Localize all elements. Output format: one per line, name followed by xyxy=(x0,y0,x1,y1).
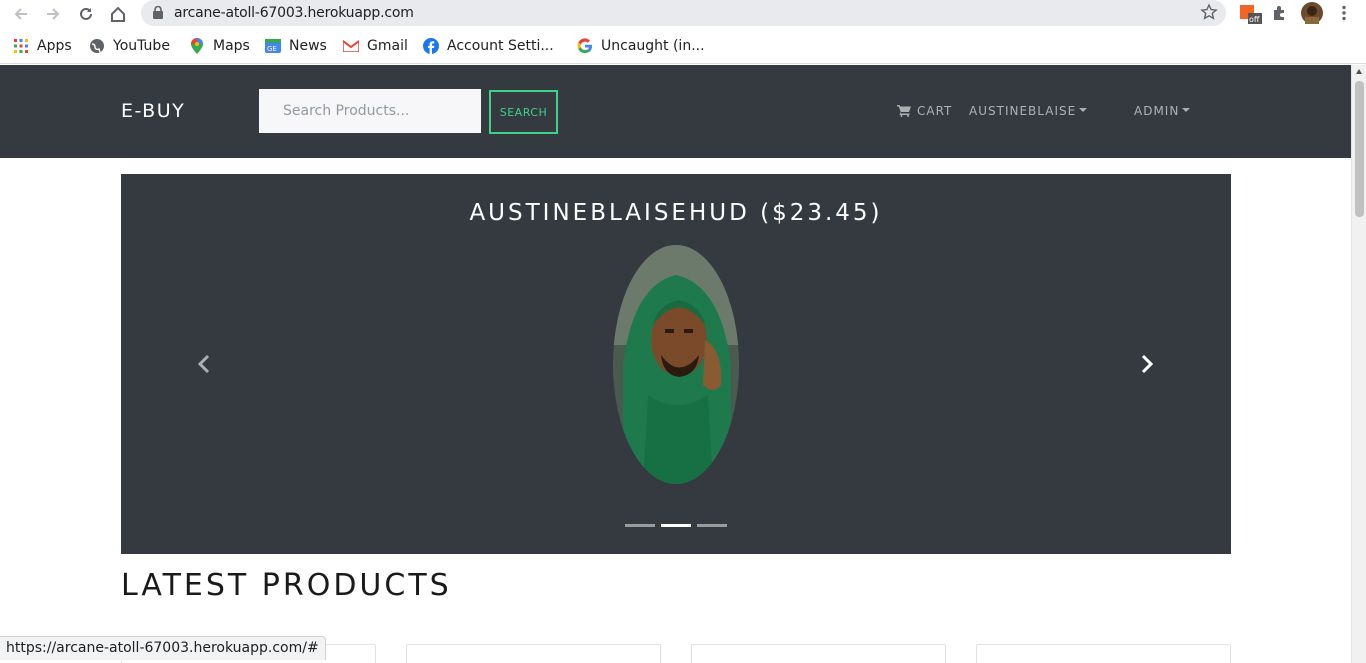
extension-off-icon[interactable]: off xyxy=(1240,4,1262,31)
bookmark-apps[interactable]: Apps xyxy=(13,36,72,56)
bookmarks-bar: Apps YouTube Maps GE News Gmail Account … xyxy=(0,28,1366,64)
profile-avatar-icon[interactable] xyxy=(1301,2,1323,29)
bookmark-label: Account Setti... xyxy=(447,38,554,54)
bookmark-gmail[interactable]: Gmail xyxy=(343,36,408,56)
facebook-icon xyxy=(423,38,439,54)
url-text: arcane-atoll-67003.herokuapp.com xyxy=(174,5,414,21)
admin-label: ADMIN xyxy=(1134,104,1180,118)
carousel-indicator-active[interactable] xyxy=(661,524,691,527)
search-button[interactable]: SEARCH xyxy=(489,90,558,134)
bookmark-label: Maps xyxy=(213,38,250,54)
bookmark-star-icon[interactable] xyxy=(1200,3,1218,26)
bookmark-label: News xyxy=(289,38,327,54)
scrollbar-thumb[interactable] xyxy=(1355,81,1364,217)
caret-down-icon xyxy=(1182,108,1191,112)
product-card[interactable] xyxy=(691,644,946,663)
section-title: LATEST PRODUCTS xyxy=(121,568,452,603)
youtube-globe-icon xyxy=(89,38,105,54)
bookmark-label: YouTube xyxy=(113,38,170,54)
site-navbar: E-BUY SEARCH CART AUSTINEBLAISE ADMIN xyxy=(0,65,1351,158)
user-dropdown[interactable]: AUSTINEBLAISE xyxy=(969,104,1088,118)
bookmark-uncaught[interactable]: Uncaught (in... xyxy=(577,36,705,56)
slide-title[interactable]: AUSTINEBLAISEHUD ($23.45) xyxy=(121,200,1231,226)
brand-logo[interactable]: E-BUY xyxy=(121,100,185,122)
chevron-right-icon xyxy=(1141,354,1153,374)
carousel-prev-button[interactable] xyxy=(189,349,219,379)
bookmark-label: Uncaught (in... xyxy=(601,38,705,54)
news-icon: GE xyxy=(265,38,281,54)
bookmark-account-settings[interactable]: Account Setti... xyxy=(423,36,554,56)
cart-label: CART xyxy=(917,104,953,118)
admin-dropdown[interactable]: ADMIN xyxy=(1134,104,1191,118)
puzzle-extensions-icon[interactable] xyxy=(1271,4,1289,27)
bookmark-news[interactable]: GE News xyxy=(265,36,327,56)
bookmark-maps[interactable]: Maps xyxy=(189,36,250,56)
forward-icon[interactable] xyxy=(42,3,64,25)
bookmark-label: Gmail xyxy=(367,38,408,54)
browser-menu-icon[interactable] xyxy=(1337,5,1351,26)
carousel-indicators xyxy=(625,524,727,527)
caret-down-icon xyxy=(1079,108,1088,112)
user-label: AUSTINEBLAISE xyxy=(969,104,1077,118)
back-icon[interactable] xyxy=(10,3,32,25)
carousel-indicator[interactable] xyxy=(625,524,655,527)
web-page: E-BUY SEARCH CART AUSTINEBLAISE ADMIN AU… xyxy=(0,65,1351,663)
apps-grid-icon xyxy=(13,38,29,54)
product-card[interactable] xyxy=(976,644,1231,663)
search-input[interactable] xyxy=(259,89,481,133)
cart-icon xyxy=(897,105,911,117)
cart-link[interactable]: CART xyxy=(897,104,952,118)
bookmark-youtube[interactable]: YouTube xyxy=(89,36,170,56)
page-scrollbar[interactable] xyxy=(1351,65,1366,663)
product-card[interactable] xyxy=(406,644,661,663)
status-bar-url: https://arcane-atoll-67003.herokuapp.com… xyxy=(0,636,326,660)
home-icon[interactable] xyxy=(107,3,129,25)
address-bar[interactable]: arcane-atoll-67003.herokuapp.com xyxy=(141,0,1226,26)
browser-toolbar: arcane-atoll-67003.herokuapp.com off xyxy=(0,0,1366,28)
product-carousel: AUSTINEBLAISEHUD ($23.45) xyxy=(121,174,1231,554)
chevron-left-icon xyxy=(198,354,210,374)
carousel-next-button[interactable] xyxy=(1132,349,1162,379)
maps-pin-icon xyxy=(189,38,205,54)
google-icon xyxy=(577,38,593,54)
svg-text:off: off xyxy=(1249,15,1260,24)
bookmark-label: Apps xyxy=(37,38,72,54)
product-image[interactable] xyxy=(613,245,739,484)
scroll-up-icon[interactable] xyxy=(1356,69,1362,74)
reload-icon[interactable] xyxy=(75,3,97,25)
gmail-icon xyxy=(343,38,359,54)
lock-icon xyxy=(153,5,163,24)
svg-text:GE: GE xyxy=(267,45,277,53)
carousel-indicator[interactable] xyxy=(697,524,727,527)
